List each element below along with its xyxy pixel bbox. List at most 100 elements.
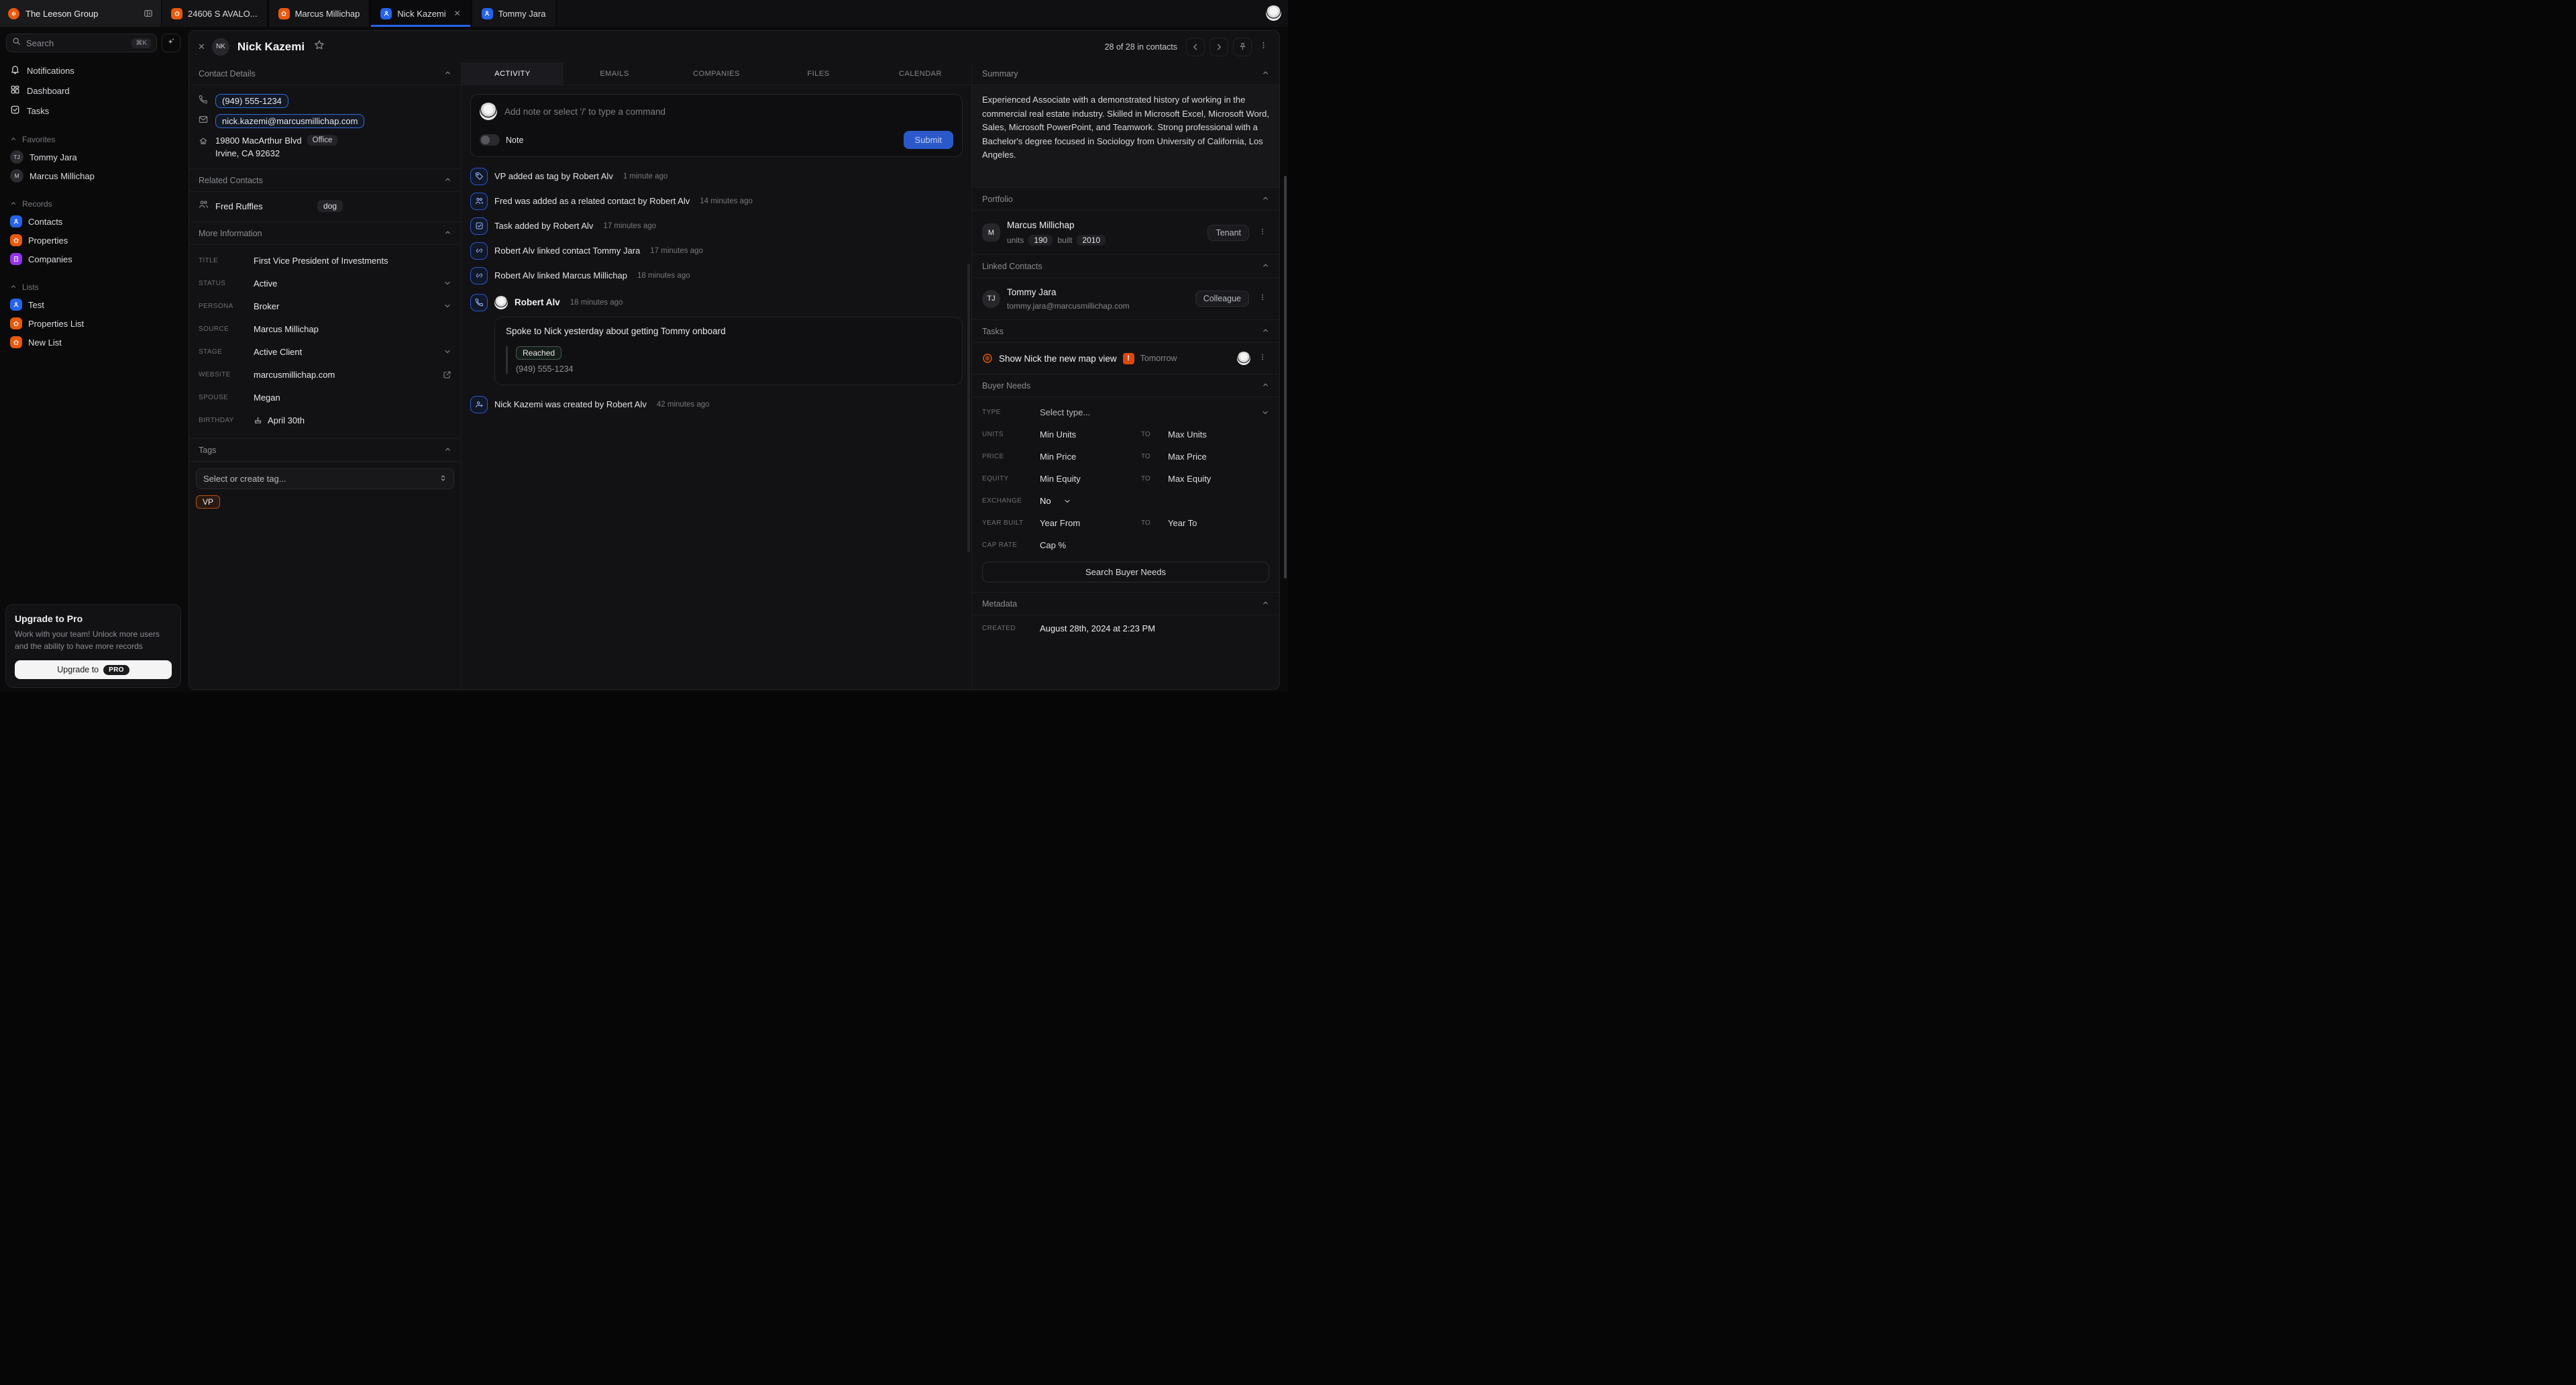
sidebar-item-contacts[interactable]: Contacts — [6, 212, 180, 231]
upgrade-button[interactable]: Upgrade to PRO — [15, 660, 172, 679]
sidebar-item-new-list[interactable]: New List — [6, 333, 180, 352]
tab-activity[interactable]: ACTIVITY — [462, 62, 564, 85]
tab-companies[interactable]: COMPANIES — [665, 62, 767, 85]
tab-contact-nick-kazemi[interactable]: Nick Kazemi ✕ — [370, 0, 471, 27]
email-value[interactable]: nick.kazemi@marcusmillichap.com — [215, 114, 364, 128]
tab-files[interactable]: FILES — [767, 62, 869, 85]
contact-details-header[interactable]: Contact Details — [189, 62, 461, 85]
max-units-input[interactable]: Max Units — [1168, 429, 1269, 440]
companies-icon — [10, 253, 22, 265]
field-status[interactable]: STATUS Active — [189, 272, 461, 295]
tab-property-marcus[interactable]: Marcus Millichap — [268, 0, 371, 27]
sidebar-item-properties-list[interactable]: Properties List — [6, 314, 180, 333]
min-equity-input[interactable]: Min Equity — [1040, 474, 1141, 484]
activity-note-header: Robert Alv 18 minutes ago — [462, 290, 971, 315]
min-price-input[interactable]: Min Price — [1040, 452, 1141, 462]
submit-button[interactable]: Submit — [904, 131, 953, 149]
field-persona[interactable]: PERSONA Broker — [189, 295, 461, 317]
field-stage[interactable]: STAGE Active Client — [189, 340, 461, 363]
exchange-select[interactable]: No — [1040, 496, 1051, 506]
activity-scrollbar[interactable] — [967, 264, 970, 552]
sidebar-item-companies[interactable]: Companies — [6, 250, 180, 268]
favorites-section-header[interactable]: Favorites — [6, 132, 180, 148]
cap-rate-input[interactable]: Cap % — [1040, 540, 1066, 550]
chevron-up-icon — [1262, 599, 1269, 609]
max-equity-input[interactable]: Max Equity — [1168, 474, 1269, 484]
sidebar-item-dashboard[interactable]: Dashboard — [6, 81, 180, 101]
buyer-needs-header[interactable]: Buyer Needs — [972, 374, 1279, 397]
user-avatar[interactable] — [1266, 5, 1281, 21]
author-avatar — [494, 296, 508, 309]
window-scrollbar[interactable] — [1284, 176, 1287, 578]
search-buyer-needs-button[interactable]: Search Buyer Needs — [982, 562, 1269, 582]
tags-header[interactable]: Tags — [189, 439, 461, 462]
related-contact-row[interactable]: Fred Ruffles dog — [189, 192, 461, 221]
field-website[interactable]: WEBSITE marcusmillichap.com — [189, 363, 461, 386]
tag-chip-vp[interactable]: VP — [196, 495, 220, 509]
phone-icon — [199, 95, 208, 107]
sidebar-item-list-test[interactable]: Test — [6, 295, 180, 314]
linked-contact-name: Tommy Jara — [1007, 287, 1057, 297]
user-avatar — [480, 103, 497, 120]
close-record-icon[interactable]: ✕ — [198, 42, 205, 52]
search-icon — [12, 37, 21, 49]
sidebar-item-tommy-jara[interactable]: TJ Tommy Jara — [6, 148, 180, 166]
task-item[interactable]: Show Nick the new map view ! Tomorrow — [972, 343, 1279, 374]
sidebar-collapse-icon[interactable] — [144, 9, 153, 18]
related-contacts-header[interactable]: Related Contacts — [189, 169, 461, 192]
call-status-badge: Reached — [516, 346, 561, 360]
tasks-header[interactable]: Tasks — [972, 320, 1279, 343]
item-menu-icon[interactable] — [1256, 293, 1269, 305]
tag-icon — [470, 168, 488, 185]
avatar: TJ — [10, 150, 23, 164]
external-link-icon[interactable] — [443, 370, 451, 379]
linked-contact-item[interactable]: TJ Tommy Jara tommy.jara@marcusmillichap… — [972, 278, 1279, 319]
tab-contact-tommy-jara[interactable]: Tommy Jara — [472, 0, 557, 27]
record-menu-icon[interactable] — [1256, 41, 1271, 53]
summary-header[interactable]: Summary — [972, 62, 1279, 85]
year-to-input[interactable]: Year To — [1168, 518, 1269, 528]
tag-select[interactable]: Select or create tag... — [196, 468, 454, 489]
phone-value[interactable]: (949) 555-1234 — [215, 94, 288, 108]
sidebar-item-tasks[interactable]: Tasks — [6, 101, 180, 121]
sidebar-item-notifications[interactable]: Notifications — [6, 60, 180, 81]
lists-section-header[interactable]: Lists — [6, 279, 180, 295]
portfolio-item[interactable]: M Marcus Millichap units 190 built 2010 … — [972, 211, 1279, 254]
field-value: marcusmillichap.com — [254, 370, 443, 380]
sidebar-item-marcus-millichap[interactable]: M Marcus Millichap — [6, 166, 180, 185]
field-label: STAGE — [199, 348, 254, 356]
max-price-input[interactable]: Max Price — [1168, 452, 1269, 462]
next-record-button[interactable] — [1210, 38, 1228, 56]
ai-assistant-button[interactable] — [162, 34, 180, 52]
field-type[interactable]: TYPE Select type... — [972, 401, 1279, 423]
note-type-toggle[interactable] — [480, 134, 500, 146]
search-input[interactable]: Search ⌘K — [6, 34, 157, 52]
note-input[interactable]: Add note or select '/' to type a command — [504, 107, 665, 117]
favorite-star-icon[interactable] — [314, 40, 325, 54]
min-units-input[interactable]: Min Units — [1040, 429, 1141, 440]
pin-record-button[interactable] — [1233, 38, 1252, 56]
section-title: More Information — [199, 229, 262, 238]
more-information-header[interactable]: More Information — [189, 222, 461, 245]
year-from-input[interactable]: Year From — [1040, 518, 1141, 528]
tab-emails[interactable]: EMAILS — [564, 62, 665, 85]
app-window: The Leeson Group 24606 S AVALO... Marcus… — [0, 0, 1288, 692]
linked-contacts-header[interactable]: Linked Contacts — [972, 255, 1279, 278]
related-contact-badge: dog — [317, 200, 343, 212]
item-menu-icon[interactable] — [1256, 227, 1269, 239]
sidebar-item-properties[interactable]: Properties — [6, 231, 180, 250]
records-section-header[interactable]: Records — [6, 196, 180, 212]
type-select[interactable]: Select type... — [1040, 407, 1261, 417]
chevron-up-icon — [444, 229, 451, 238]
tab-property-avalon[interactable]: 24606 S AVALO... — [161, 0, 268, 27]
note-text: Spoke to Nick yesterday about getting To… — [506, 326, 951, 336]
item-menu-icon[interactable] — [1256, 352, 1269, 364]
previous-record-button[interactable] — [1186, 38, 1205, 56]
portfolio-header[interactable]: Portfolio — [972, 188, 1279, 211]
people-icon — [199, 199, 209, 213]
tab-close-icon[interactable]: ✕ — [454, 9, 461, 18]
tab-calendar[interactable]: CALENDAR — [869, 62, 971, 85]
workspace-tab[interactable]: The Leeson Group — [0, 0, 161, 27]
metadata-header[interactable]: Metadata — [972, 593, 1279, 615]
upgrade-body: Work with your team! Unlock more users a… — [15, 629, 172, 652]
